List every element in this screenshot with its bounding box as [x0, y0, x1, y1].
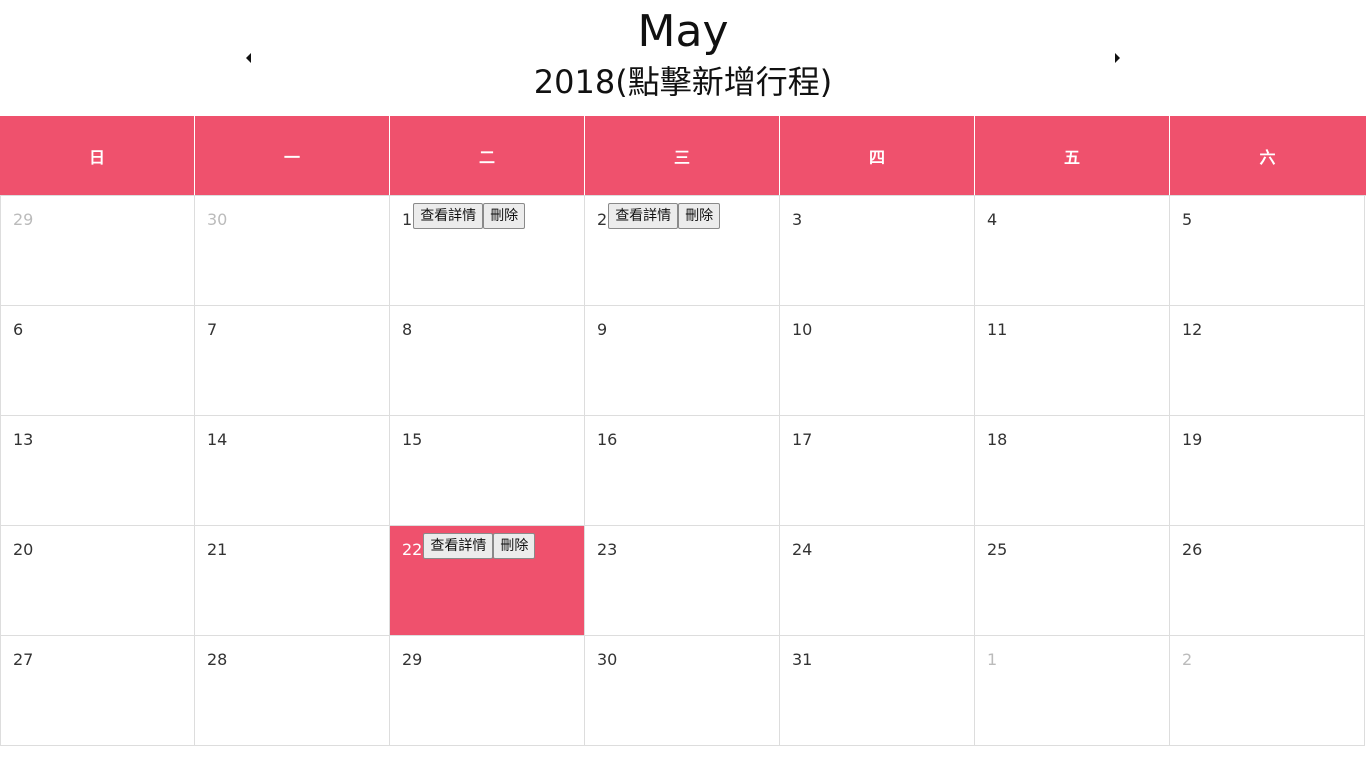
event-actions: 查看詳情 刪除 — [608, 203, 721, 229]
day-number: 1 — [402, 210, 413, 229]
calendar-day-cell[interactable]: 29 — [0, 196, 195, 306]
calendar-day-cell[interactable]: 1 查看詳情 刪除 — [390, 196, 585, 306]
calendar-day-cell[interactable]: 30 — [195, 196, 390, 306]
calendar-day-cell[interactable]: 17 — [780, 416, 975, 526]
delete-button[interactable]: 刪除 — [493, 533, 536, 559]
day-number: 23 — [597, 540, 618, 559]
day-number: 3 — [792, 210, 803, 229]
caret-right-icon[interactable] — [1111, 52, 1123, 64]
calendar-day-cell[interactable]: 15 — [390, 416, 585, 526]
day-number: 22 — [402, 540, 423, 559]
view-details-button[interactable]: 查看詳情 — [413, 203, 484, 229]
day-number: 13 — [13, 430, 34, 449]
calendar-day-cell[interactable]: 9 — [585, 306, 780, 416]
calendar-day-cell[interactable]: 30 — [585, 636, 780, 746]
day-number: 17 — [792, 430, 813, 449]
calendar-day-cell[interactable]: 2 查看詳情 刪除 — [585, 196, 780, 306]
day-number: 4 — [987, 210, 998, 229]
day-number: 9 — [597, 320, 608, 339]
day-number: 11 — [987, 320, 1008, 339]
calendar: 日 一 二 三 四 五 六 29 30 1 查看詳情 刪除 2 查看詳情 刪除 3 4 5 6 7 8 9 1… — [0, 116, 1366, 746]
event-actions: 查看詳情 刪除 — [423, 533, 536, 559]
calendar-header: May 2018(點擊新增行程) — [0, 0, 1366, 116]
day-number: 27 — [13, 650, 34, 669]
calendar-day-cell[interactable]: 12 — [1170, 306, 1365, 416]
day-number: 31 — [792, 650, 813, 669]
day-number: 30 — [207, 210, 228, 229]
day-number: 15 — [402, 430, 423, 449]
day-number: 10 — [792, 320, 813, 339]
calendar-day-cell[interactable]: 24 — [780, 526, 975, 636]
day-number: 30 — [597, 650, 618, 669]
weekday-label: 五 — [975, 116, 1170, 195]
calendar-day-cell[interactable]: 31 — [780, 636, 975, 746]
calendar-day-cell[interactable]: 2 — [1170, 636, 1365, 746]
calendar-day-cell[interactable]: 7 — [195, 306, 390, 416]
calendar-day-cell[interactable]: 1 — [975, 636, 1170, 746]
day-number: 14 — [207, 430, 228, 449]
calendar-day-cell-today[interactable]: 22 查看詳情 刪除 — [390, 526, 585, 636]
calendar-day-cell[interactable]: 6 — [0, 306, 195, 416]
calendar-day-cell[interactable]: 19 — [1170, 416, 1365, 526]
day-number: 1 — [987, 650, 998, 669]
weekday-label: 三 — [585, 116, 780, 195]
view-details-button[interactable]: 查看詳情 — [423, 533, 494, 559]
calendar-day-cell[interactable]: 14 — [195, 416, 390, 526]
calendar-day-cell[interactable]: 10 — [780, 306, 975, 416]
calendar-day-cell[interactable]: 5 — [1170, 196, 1365, 306]
day-number: 21 — [207, 540, 228, 559]
weekday-label: 日 — [0, 116, 195, 195]
calendar-day-cell[interactable]: 28 — [195, 636, 390, 746]
calendar-day-cell[interactable]: 26 — [1170, 526, 1365, 636]
weekday-label: 六 — [1259, 147, 1276, 167]
day-number: 25 — [987, 540, 1008, 559]
calendar-day-cell[interactable]: 4 — [975, 196, 1170, 306]
calendar-day-cell[interactable]: 21 — [195, 526, 390, 636]
view-details-button[interactable]: 查看詳情 — [608, 203, 679, 229]
day-number: 29 — [402, 650, 423, 669]
day-number: 18 — [987, 430, 1008, 449]
calendar-day-cell[interactable]: 16 — [585, 416, 780, 526]
day-number: 6 — [13, 320, 24, 339]
day-number: 5 — [1182, 210, 1193, 229]
weekday-label: 四 — [780, 116, 975, 195]
calendar-day-cell[interactable]: 18 — [975, 416, 1170, 526]
calendar-day-cell[interactable]: 13 — [0, 416, 195, 526]
calendar-day-cell[interactable]: 20 — [0, 526, 195, 636]
calendar-day-cell[interactable]: 23 — [585, 526, 780, 636]
calendar-day-cell[interactable]: 11 — [975, 306, 1170, 416]
year-add-event-link[interactable]: 2018(點擊新增行程) — [0, 60, 1366, 104]
calendar-day-cell[interactable]: 25 — [975, 526, 1170, 636]
day-number: 7 — [207, 320, 218, 339]
delete-button[interactable]: 刪除 — [483, 203, 526, 229]
day-number: 19 — [1182, 430, 1203, 449]
delete-button[interactable]: 刪除 — [678, 203, 721, 229]
calendar-day-cell[interactable]: 3 — [780, 196, 975, 306]
day-number: 8 — [402, 320, 413, 339]
calendar-day-cell[interactable]: 8 — [390, 306, 585, 416]
day-number: 16 — [597, 430, 618, 449]
day-number: 29 — [13, 210, 34, 229]
event-actions: 查看詳情 刪除 — [413, 203, 526, 229]
calendar-grid: 29 30 1 查看詳情 刪除 2 查看詳情 刪除 3 4 5 6 7 8 9 10 11 12 13 14 15 16 1… — [0, 195, 1366, 746]
day-number: 20 — [13, 540, 34, 559]
month-title: May — [637, 6, 729, 57]
day-number: 2 — [1182, 650, 1193, 669]
day-number: 26 — [1182, 540, 1203, 559]
weekday-header-row: 日 一 二 三 四 五 六 — [0, 116, 1366, 195]
day-number: 12 — [1182, 320, 1203, 339]
day-number: 24 — [792, 540, 813, 559]
calendar-day-cell[interactable]: 27 — [0, 636, 195, 746]
day-number: 2 — [597, 210, 608, 229]
calendar-day-cell[interactable]: 29 — [390, 636, 585, 746]
weekday-label: 二 — [390, 116, 585, 195]
weekday-label: 一 — [195, 116, 390, 195]
day-number: 28 — [207, 650, 228, 669]
